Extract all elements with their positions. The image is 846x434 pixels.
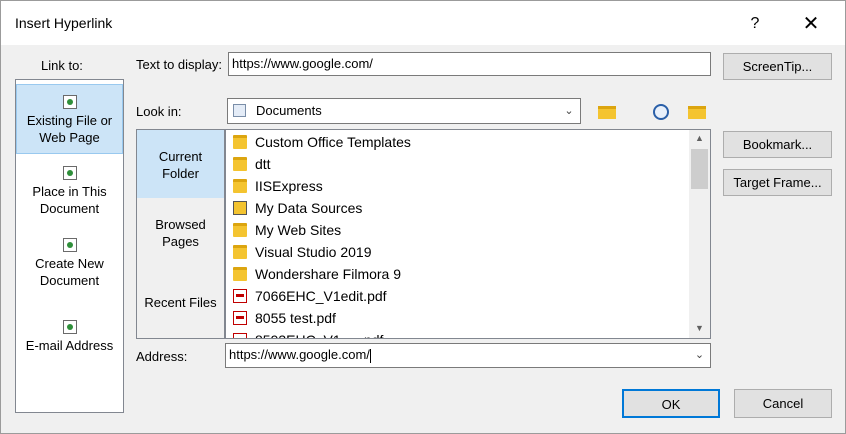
link-to-new-document[interactable]: Create New Document xyxy=(16,238,123,298)
folder-icon xyxy=(233,135,247,149)
close-button[interactable]: ✕ xyxy=(793,9,829,39)
link-to-place-in-document-label: Place in This Document xyxy=(32,184,107,216)
nav-recent-files[interactable]: Recent Files xyxy=(137,294,224,316)
place-in-document-icon xyxy=(62,166,77,180)
title-bar: Insert Hyperlink ? ✕ xyxy=(1,1,845,45)
pdf-icon xyxy=(233,311,247,325)
scroll-down-arrow-icon[interactable]: ▼ xyxy=(689,320,710,337)
folder-icon xyxy=(233,223,247,237)
browse-file-button[interactable] xyxy=(683,98,711,124)
existing-file-icon xyxy=(62,95,77,109)
insert-hyperlink-dialog: Insert Hyperlink ? ✕ Link to: Existing F… xyxy=(0,0,846,434)
link-to-panel: Existing File or Web Page Place in This … xyxy=(15,79,124,413)
scroll-up-arrow-icon[interactable]: ▲ xyxy=(689,130,710,147)
nav-current-folder[interactable]: Current Folder xyxy=(137,130,224,198)
text-to-display-label: Text to display: xyxy=(136,57,222,72)
file-list-scrollbar[interactable]: ▲ ▼ xyxy=(689,130,710,338)
folder-icon xyxy=(233,245,247,259)
nav-browsed-pages-label: Browsed Pages xyxy=(155,217,206,249)
file-list: Custom Office Templates dtt IISExpress M… xyxy=(225,129,711,339)
scroll-thumb[interactable] xyxy=(691,149,708,189)
browse-web-button[interactable] xyxy=(647,98,675,124)
email-icon xyxy=(62,320,77,334)
look-in-value: Documents xyxy=(256,103,322,118)
dialog-title: Insert Hyperlink xyxy=(15,15,113,31)
link-to-email-address[interactable]: E-mail Address xyxy=(16,320,123,360)
look-in-nav: Current Folder Browsed Pages Recent File… xyxy=(136,129,225,339)
browse-file-icon xyxy=(688,105,706,119)
browse-web-icon xyxy=(653,104,669,121)
text-cursor xyxy=(369,348,371,363)
address-value: https://www.google.com/ xyxy=(229,347,370,362)
ok-button[interactable]: OK xyxy=(622,389,720,418)
screentip-button[interactable]: ScreenTip... xyxy=(723,53,832,80)
folder-icon xyxy=(233,267,247,281)
bookmark-button[interactable]: Bookmark... xyxy=(723,131,832,158)
nav-browsed-pages[interactable]: Browsed Pages xyxy=(137,216,224,256)
cancel-button[interactable]: Cancel xyxy=(734,389,832,418)
folder-icon xyxy=(233,179,247,193)
new-document-icon xyxy=(62,238,77,252)
look-in-label: Look in: xyxy=(136,104,182,119)
nav-current-folder-label: Current Folder xyxy=(158,149,203,181)
folder-icon xyxy=(233,157,247,171)
chevron-down-icon[interactable]: ⌄ xyxy=(559,100,579,122)
link-to-new-document-label: Create New Document xyxy=(35,256,104,288)
nav-recent-files-label: Recent Files xyxy=(144,295,217,310)
address-label: Address: xyxy=(136,349,188,364)
address-chevron-down-icon[interactable]: ⌄ xyxy=(689,344,710,367)
pdf-icon xyxy=(233,333,247,338)
address-input[interactable]: https://www.google.com/ xyxy=(225,343,711,368)
link-to-existing-file-label: Existing File or Web Page xyxy=(26,113,113,145)
look-in-dropdown[interactable]: Documents xyxy=(227,98,581,124)
target-frame-button[interactable]: Target Frame... xyxy=(723,169,832,196)
pdf-icon xyxy=(233,289,247,303)
documents-icon xyxy=(233,104,246,117)
link-to-email-address-label: E-mail Address xyxy=(25,338,114,353)
link-to-label: Link to: xyxy=(41,58,83,73)
up-folder-icon xyxy=(598,105,616,119)
text-to-display-input[interactable]: https://www.google.com/ xyxy=(228,52,711,76)
up-one-folder-button[interactable] xyxy=(593,98,621,124)
link-to-existing-file[interactable]: Existing File or Web Page xyxy=(16,84,123,154)
help-button[interactable]: ? xyxy=(737,9,773,39)
link-to-place-in-document[interactable]: Place in This Document xyxy=(16,166,123,226)
data-source-icon xyxy=(233,201,247,215)
